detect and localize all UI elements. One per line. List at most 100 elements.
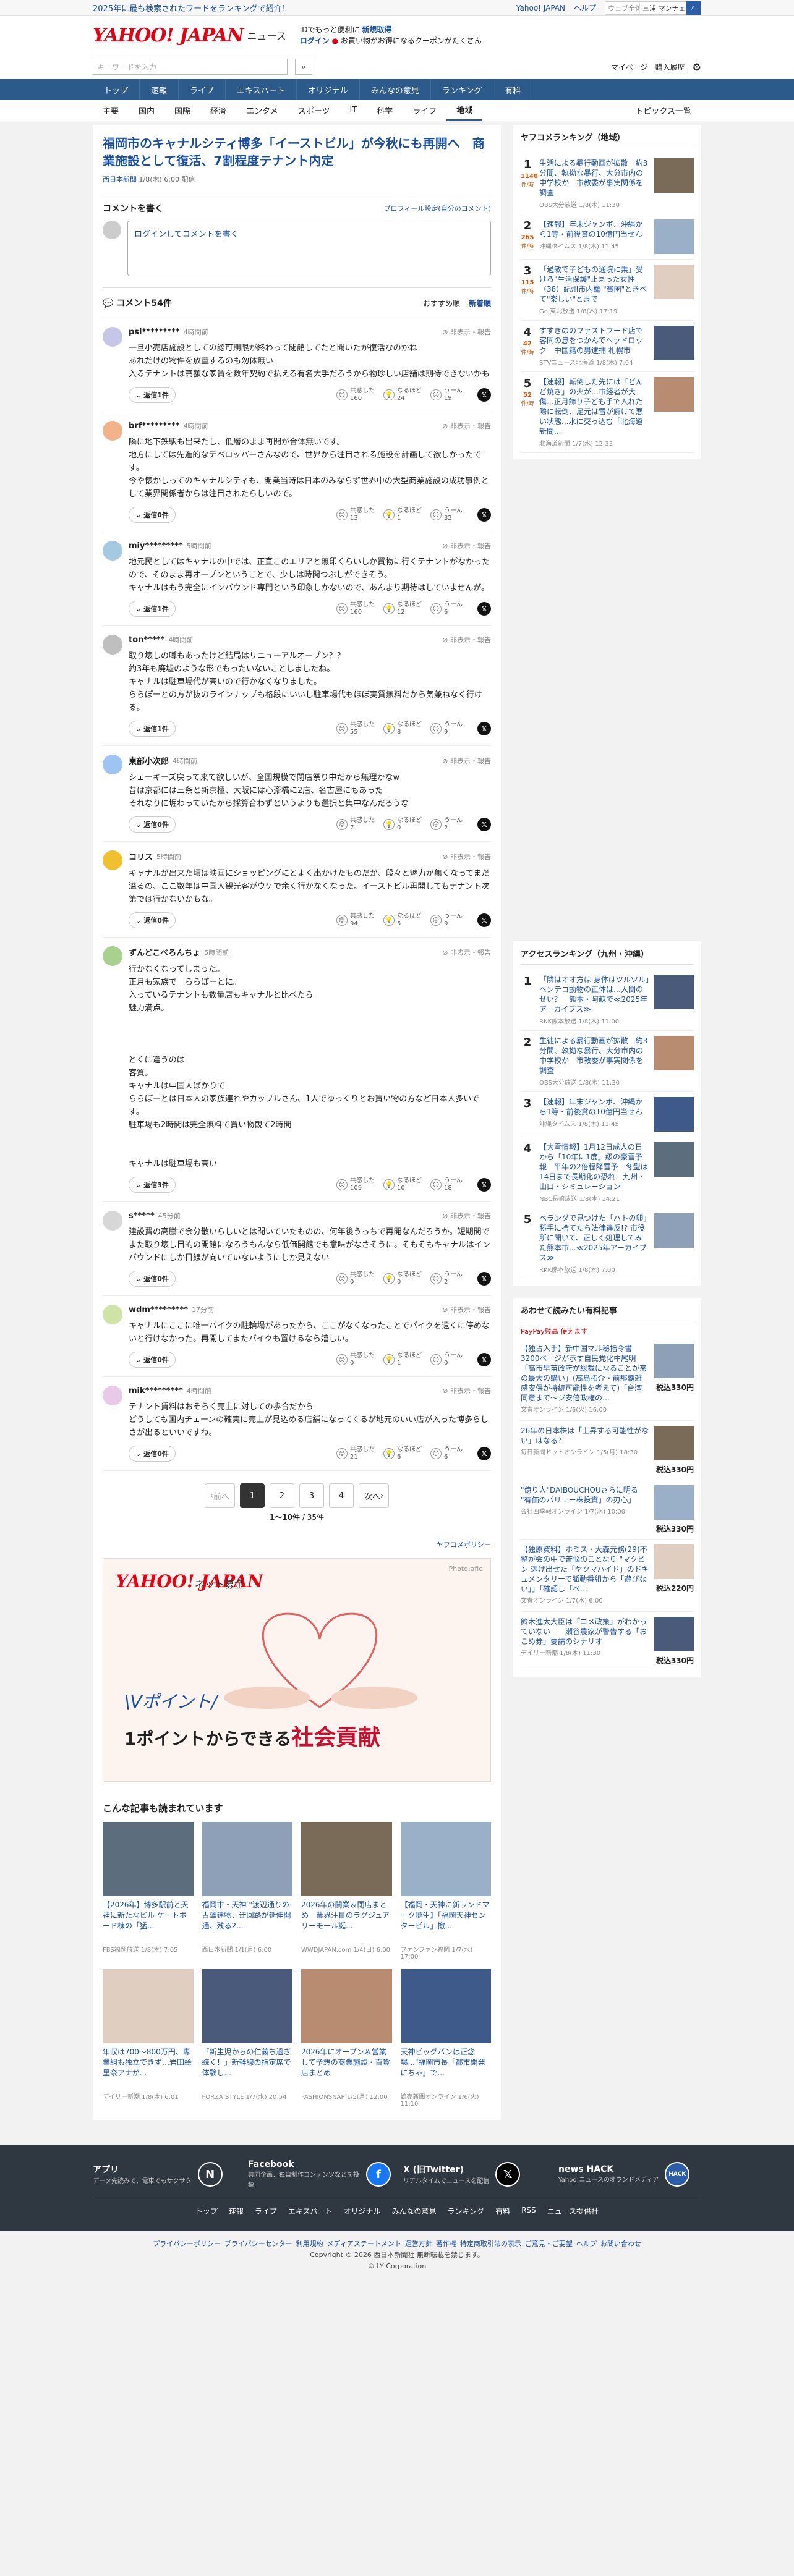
x-share-icon[interactable]: 𝕏 [477,388,491,402]
tab-entertainment[interactable]: エンタメ [236,100,288,121]
help-link[interactable]: ヘルプ [574,2,596,13]
search-icon[interactable]: ⌕ [686,1,701,15]
policy-link[interactable]: ヤフコメポリシー [103,1535,491,1558]
page-1[interactable]: 1 [240,1483,265,1508]
hmm-reaction[interactable]: 😐 うーん 18 [430,1177,472,1192]
comment-username[interactable]: mik********* [129,1386,183,1396]
insight-reaction[interactable]: 💡 なるほど 12 [383,601,425,616]
hmm-reaction[interactable]: 😐 うーん 0 [430,1352,472,1367]
empathy-reaction[interactable]: 😊 共感した 160 [336,388,378,402]
bottom-link[interactable]: ヘルプ [576,2239,597,2250]
x-share-icon[interactable]: 𝕏 [477,818,491,831]
more-article-card[interactable]: 2026年の開業＆閉店まとめ 業界注目のラグジュアリーモール誕... WWDJAP… [301,1822,392,1960]
bottom-link[interactable]: お問い合わせ [600,2239,641,2250]
access-title[interactable]: 【大雪情報】1月12日成人の日から「10年に1度」級の豪雪予報 平年の2倍程降雪… [539,1142,649,1192]
page-4[interactable]: 4 [329,1483,354,1508]
more-article-card[interactable]: 【福岡・天神に新ランドマーク誕生】「福岡天神センタービル」撤... ファンファン福… [400,1822,492,1960]
empathy-reaction[interactable]: 😊 共感した 55 [336,721,378,736]
x-share-icon[interactable]: 𝕏 [477,602,491,616]
comment-username[interactable]: s***** [129,1211,155,1221]
report-link[interactable]: ⊘ 非表示・報告 [442,1211,491,1221]
footer-link[interactable]: トップ [195,2206,218,2216]
article-title[interactable]: 福岡市のキャナルシティ博多「イーストビル」が今秋にも再開へ 商業施設として復活、… [103,125,491,174]
access-item[interactable]: 2 生徒による暴行動画が拡散 約3分間、執拗な暴行、大分市内の中学校か 市教委が事… [521,1031,694,1092]
article-source[interactable]: 西日本新聞 [103,176,137,184]
insight-reaction[interactable]: 💡 なるほど 6 [383,1446,425,1461]
bottom-link[interactable]: ご意見・ご要望 [525,2239,573,2250]
more-article-title[interactable]: 【福岡・天神に新ランドマーク誕生】「福岡天神センタービル」撤... [401,1900,492,1942]
tab-science[interactable]: 科学 [367,100,403,121]
paid-title[interactable]: 鈴木進太大臣は「コメ政策」がわかっていない 瀬谷農家が警告する「おこめ券」要請の… [521,1617,649,1646]
web-search-input[interactable]: 三浦 マンチェ... [640,3,686,13]
gear-icon[interactable]: ⚙ [693,61,701,73]
access-item[interactable]: 3 【速報】年末ジャンボ、沖縄から1等・前後賞の10億円当せん 沖縄タイムス 1/8… [521,1092,694,1137]
footer-link[interactable]: RSS [521,2206,536,2216]
hmm-reaction[interactable]: 😐 うーん 9 [430,913,472,928]
sort-newest[interactable]: 新着順 [469,298,491,308]
tab-economy[interactable]: 経済 [200,100,236,121]
empathy-reaction[interactable]: 😊 共感した 13 [336,507,378,522]
news-label[interactable]: ニュース [247,28,286,43]
topics-list-link[interactable]: トピックス一覧 [625,100,701,121]
more-article-title[interactable]: 年収は700〜800万円、専業組も独立できず…岩田絵里奈アナが... [103,2047,194,2089]
insight-reaction[interactable]: 💡 なるほど 24 [383,388,425,402]
comment-username[interactable]: 東部小次郎 [129,755,169,766]
paid-title[interactable]: 【独占入手】新中国マル秘指令書3200ページが示す自民党化中尾明「高市早苗政府が… [521,1344,649,1403]
report-link[interactable]: ⊘ 非表示・報告 [442,1305,491,1315]
comment-username[interactable]: コリス [129,850,153,862]
x-share-icon[interactable]: 𝕏 [477,1353,491,1366]
bottom-link[interactable]: 運営方針 [405,2239,432,2250]
footer-app[interactable]: Facebook 共同企画、独自制作コンテンツなどを投稿 f [248,2159,391,2189]
more-article-title[interactable]: 2026年にオープン＆営業して予想の商業施設・百貨店まとめ [301,2047,392,2089]
nav-top[interactable]: トップ [93,79,140,100]
insight-reaction[interactable]: 💡 なるほど 5 [383,913,425,928]
comment-username[interactable]: brf********* [129,422,180,431]
empathy-reaction[interactable]: 😊 共感した 109 [336,1177,378,1192]
x-share-icon[interactable]: 𝕏 [477,913,491,927]
search-icon[interactable]: ⌕ [295,59,312,75]
access-title[interactable]: 生徒による暴行動画が拡散 約3分間、執拗な暴行、大分市内の中学校か 市教委が事実… [539,1036,649,1075]
more-article-card[interactable]: 年収は700〜800万円、専業組も独立できず…岩田絵里奈アナが... デイリー新潮… [103,1969,194,2108]
tab-sports[interactable]: スポーツ [288,100,340,121]
x-share-icon[interactable]: 𝕏 [477,722,491,735]
tab-it[interactable]: IT [339,100,367,121]
insight-reaction[interactable]: 💡 なるほど 0 [383,817,425,832]
more-article-card[interactable]: 天神ビッグバンは正念場..."福岡市長「都市開発にちゃ」で... 読売新聞オンライ… [400,1969,492,2108]
hmm-reaction[interactable]: 😐 うーん 6 [430,601,472,616]
rank-title[interactable]: 【速報】転倒した先には「どんど焼き」の火が…市経者が大傷...正月飾り子ども手で… [539,377,649,436]
next-page-button[interactable]: 次へ › [359,1483,390,1508]
more-article-title[interactable]: 天神ビッグバンは正念場..."福岡市長「都市開発にちゃ」で... [401,2047,492,2089]
login-link[interactable]: ログイン [300,36,330,45]
footer-link[interactable]: ライブ [255,2206,277,2216]
report-link[interactable]: ⊘ 非表示・報告 [442,947,491,957]
reply-button[interactable]: ⌄ 返信0件 [129,912,176,928]
comment-username[interactable]: ton***** [129,635,164,645]
rank-title[interactable]: 生活による暴行動画が拡散 約3分間、執拗な暴行、大分市内の中学校か 市教委が事実… [539,158,649,198]
insight-reaction[interactable]: 💡 なるほど 10 [383,1177,425,1192]
comment-username[interactable]: psl********* [129,328,180,337]
bottom-link[interactable]: プライバシーポリシー [153,2239,221,2250]
paid-item[interactable]: "億り人"DAIBOUCHOUさらに明る "有価のバリュー株投資」の刃心」 会社四… [521,1480,694,1540]
footer-link[interactable]: オリジナル [344,2206,381,2216]
empathy-reaction[interactable]: 😊 共感した 0 [336,1271,378,1286]
profile-settings-link[interactable]: プロフィール設定(自分のコメント) [384,203,491,213]
empathy-reaction[interactable]: 😊 共感した 7 [336,817,378,832]
page-2[interactable]: 2 [270,1483,294,1508]
footer-link[interactable]: エキスパート [288,2206,333,2216]
donation-ad[interactable]: YAHOO! JAPAN ネット募金 Photo:afio \Vポイント/ 1ポ… [103,1558,491,1782]
prev-page-button[interactable]: ‹ 前へ [204,1483,235,1508]
ranking-item[interactable]: 5 52 件/時 【速報】転倒した先には「どんど焼き」の火が…市経者が大傷...正月飾… [521,372,694,453]
bottom-link[interactable]: 利用規約 [296,2239,323,2250]
bottom-link[interactable]: メディアステートメント [327,2239,401,2250]
access-title[interactable]: 【速報】年末ジャンボ、沖縄から1等・前後賞の10億円当せん [539,1097,649,1117]
reply-button[interactable]: ⌄ 返信1件 [129,601,176,617]
report-link[interactable]: ⊘ 非表示・報告 [442,635,491,645]
hmm-reaction[interactable]: 😐 うーん 6 [430,1446,472,1461]
ranking-item[interactable]: 4 42 件/時 すすきののファストフード店で客同の息をつかんでヘッドロック 中国籍の… [521,321,694,372]
footer-app[interactable]: X (旧Twitter) リアルタイムでニュースを配信 𝕏 [403,2159,546,2189]
empathy-reaction[interactable]: 😊 共感した 94 [336,913,378,928]
more-article-title[interactable]: 福岡市・天神 "渡辺通りの古澤建物、迂回路が延伸開通、残る2... [202,1900,293,1942]
footer-link[interactable]: 有料 [495,2206,510,2216]
nav-opinion[interactable]: みんなの意見 [360,79,431,100]
promo-link[interactable]: 2025年に最も検索されたワードをランキングで紹介！ [93,2,290,14]
